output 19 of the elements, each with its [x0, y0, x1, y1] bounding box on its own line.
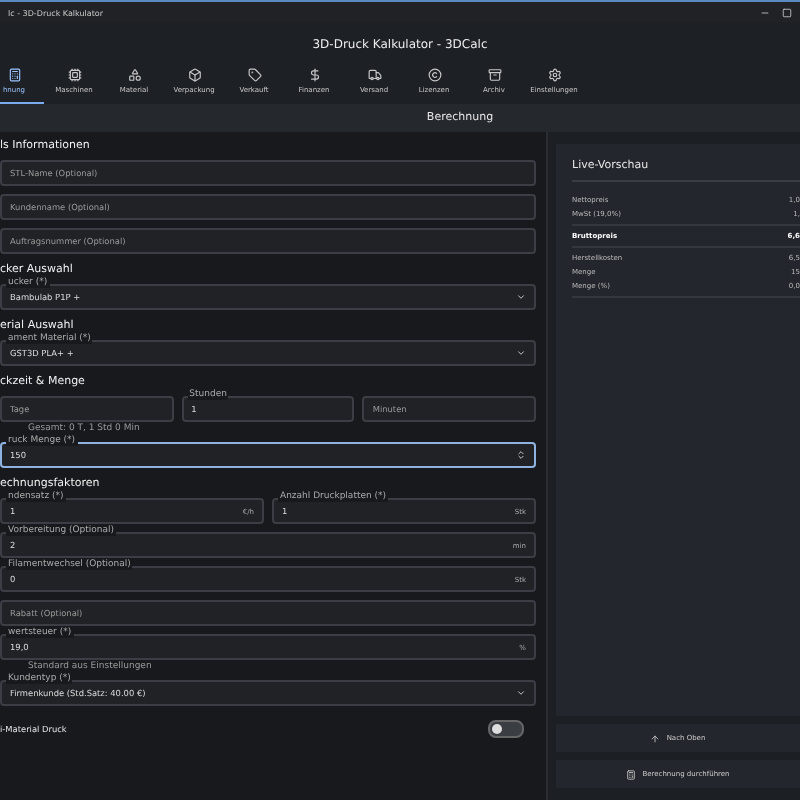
arrow-up-icon	[650, 733, 661, 743]
maximize-icon[interactable]	[782, 7, 792, 17]
calculator-icon	[626, 769, 637, 779]
dollar-icon	[307, 68, 321, 82]
tag-icon	[247, 68, 261, 82]
stepper-icon[interactable]	[516, 450, 526, 460]
settings-icon	[547, 68, 561, 82]
archive-icon	[487, 68, 501, 82]
chip-icon	[67, 68, 81, 82]
calculator-icon	[7, 68, 21, 82]
dropdown-icon	[516, 688, 526, 698]
dropdown-icon	[516, 348, 526, 358]
toggle-switch[interactable]	[488, 720, 524, 738]
shapes-icon	[127, 68, 141, 82]
truck-icon	[367, 68, 381, 82]
copyright-icon	[427, 68, 441, 82]
box-icon	[187, 68, 201, 82]
dropdown-icon	[516, 292, 526, 302]
minimize-icon[interactable]	[760, 7, 770, 17]
